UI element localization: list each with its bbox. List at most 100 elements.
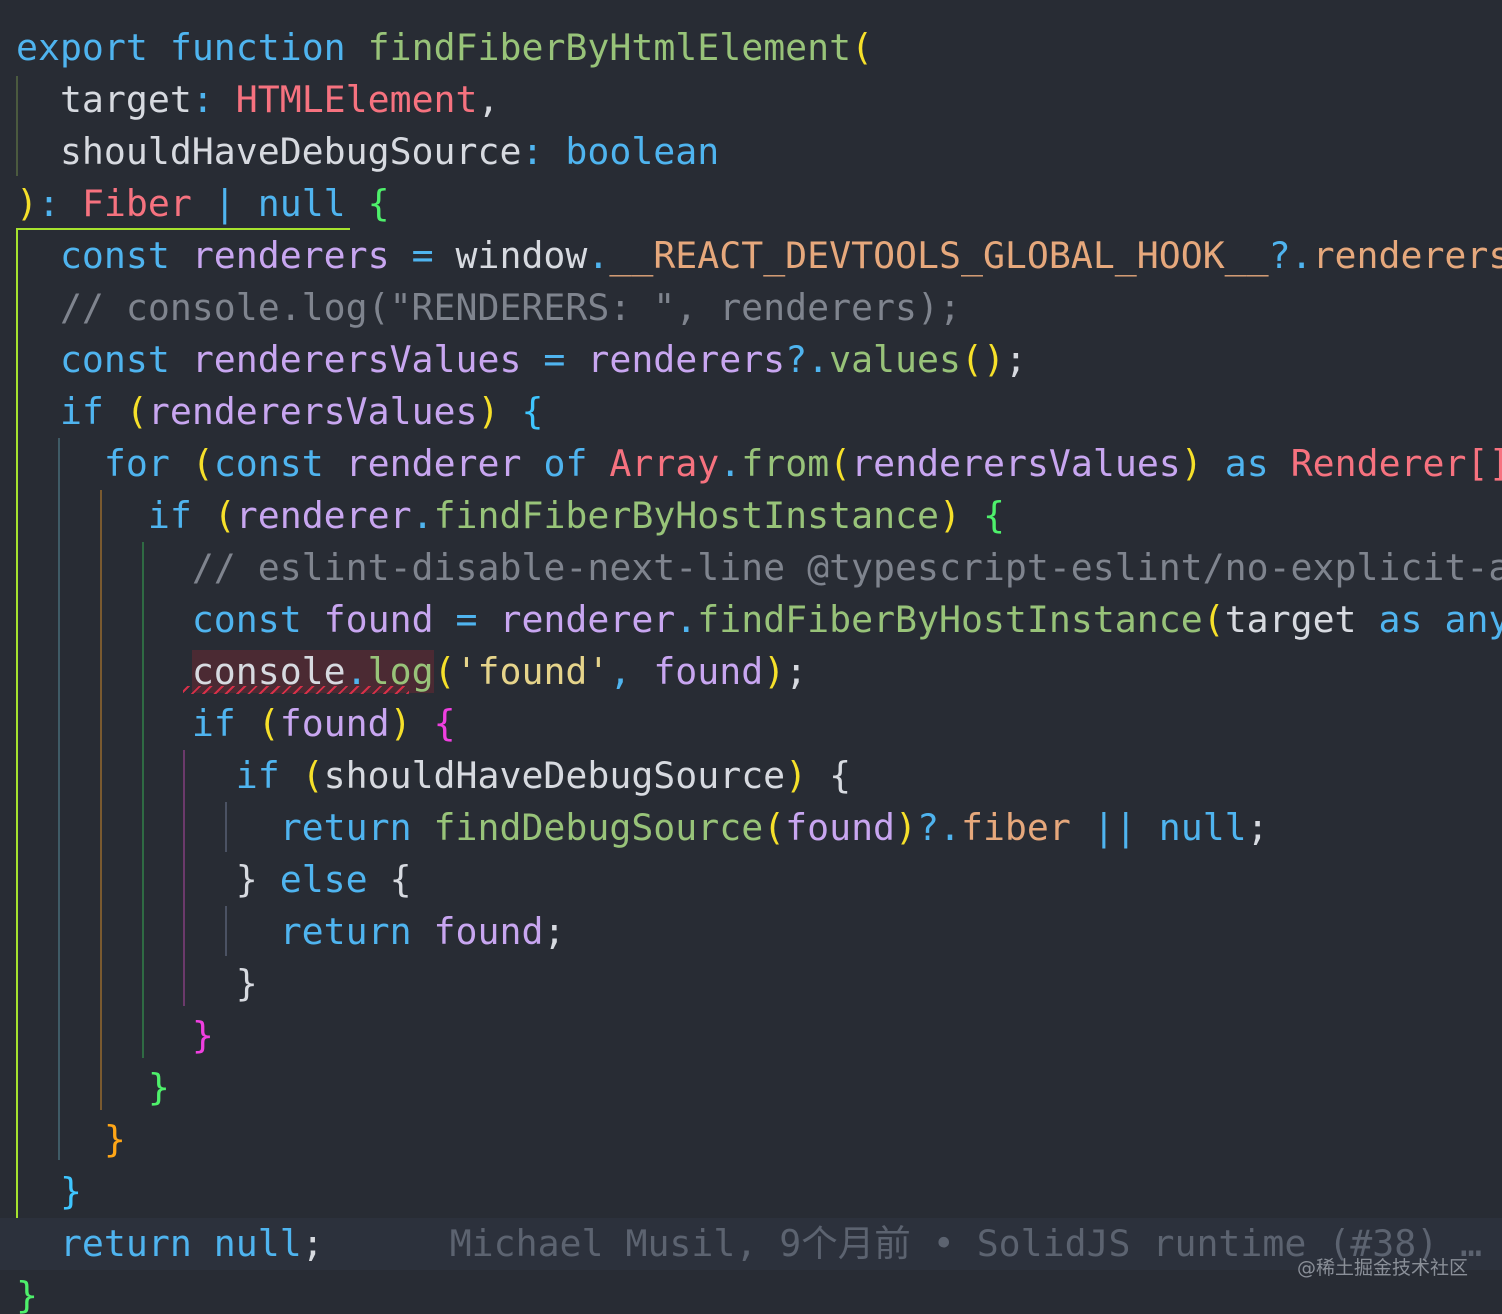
code-token: ?. — [785, 338, 830, 381]
code-token: { — [389, 858, 412, 901]
code-token: renderer — [235, 494, 412, 537]
code-token: window — [455, 234, 588, 277]
code-token: HTMLElement — [235, 78, 478, 121]
code-token: | — [191, 182, 258, 225]
code-line[interactable]: } — [0, 1270, 1502, 1314]
code-token: ) — [16, 182, 38, 225]
code-token: renderer — [345, 442, 522, 485]
code-token: ) — [939, 494, 961, 537]
code-token: renderers — [191, 234, 390, 277]
code-token: } — [191, 1014, 214, 1057]
code-token: ) — [477, 390, 500, 433]
code-line[interactable]: } — [0, 1166, 1502, 1218]
code-line[interactable]: shouldHaveDebugSource: boolean — [0, 126, 1502, 178]
code-token: if — [59, 390, 104, 433]
code-token: ) — [389, 702, 412, 745]
code-token: () — [960, 338, 1005, 381]
code-token: = — [389, 234, 456, 277]
code-line[interactable]: } — [0, 958, 1502, 1010]
code-editor[interactable]: export function findFiberByHtmlElement( … — [0, 0, 1502, 1314]
code-token: if — [235, 754, 280, 797]
code-line[interactable]: target: HTMLElement, — [0, 74, 1502, 126]
code-token: return — [279, 806, 412, 849]
code-line[interactable]: return null; Michael Musil, 9个月前 • SolidJ… — [0, 1218, 1502, 1270]
code-line[interactable]: const renderersValues = renderers?.value… — [0, 334, 1502, 386]
code-token: target — [1224, 598, 1357, 641]
code-line[interactable]: ): Fiber | null { — [0, 178, 1502, 230]
code-token: shouldHaveDebugSource — [323, 754, 786, 797]
code-token: Array — [609, 442, 720, 485]
code-line[interactable]: export function findFiberByHtmlElement( — [0, 22, 1502, 74]
code-token: ( — [125, 390, 148, 433]
code-token: { — [982, 494, 1005, 537]
code-token: Fiber — [81, 182, 192, 225]
code-line[interactable]: // eslint-disable-next-line @typescript-… — [0, 542, 1502, 594]
code-token: ( — [191, 442, 214, 485]
code-token: = — [521, 338, 588, 381]
code-token: Renderer — [1290, 442, 1467, 485]
code-line[interactable]: const found = renderer.findFiberByHostIn… — [0, 594, 1502, 646]
code-token: from — [741, 442, 830, 485]
code-token: const — [59, 234, 170, 277]
code-line[interactable]: } else { — [0, 854, 1502, 906]
code-line[interactable]: return findDebugSource(found)?.fiber || … — [0, 802, 1502, 854]
code-token: ?. — [917, 806, 961, 849]
code-line[interactable]: // console.log("RENDERERS: ", renderers)… — [0, 282, 1502, 334]
code-line[interactable]: return found; — [0, 906, 1502, 958]
code-token: ( — [257, 702, 280, 745]
code-token: as — [1224, 442, 1269, 485]
code-line[interactable]: if (renderer.findFiberByHostInstance) { — [0, 490, 1502, 542]
code-token: renderersValues — [191, 338, 522, 381]
code-token: ; — [301, 1222, 324, 1265]
code-line[interactable]: if (renderersValues) { — [0, 386, 1502, 438]
code-token: ( — [213, 494, 236, 537]
code-token: const — [191, 598, 302, 641]
code-line[interactable]: if (shouldHaveDebugSource) { — [0, 750, 1502, 802]
code-line[interactable]: } — [0, 1010, 1502, 1062]
code-token: if — [191, 702, 236, 745]
code-token: , — [609, 650, 654, 693]
code-token: ; — [1004, 338, 1027, 381]
code-line[interactable]: } — [0, 1114, 1502, 1166]
code-token: ; — [785, 650, 808, 693]
code-token: // console.log("RENDERERS: ", renderers)… — [59, 286, 961, 329]
code-token: ( — [763, 806, 786, 849]
code-token: renderersValues — [147, 390, 478, 433]
code-line[interactable]: } — [0, 1062, 1502, 1114]
code-line[interactable]: const renderers = window.__REACT_DEVTOOL… — [0, 230, 1502, 282]
code-token: ) — [785, 754, 808, 797]
code-token: for — [103, 442, 170, 485]
code-line[interactable]: for (const renderer of Array.from(render… — [0, 438, 1502, 490]
code-token: return — [279, 910, 412, 953]
code-line[interactable]: if (found) { — [0, 698, 1502, 750]
code-token: else — [279, 858, 368, 901]
code-token: } — [103, 1118, 126, 1161]
